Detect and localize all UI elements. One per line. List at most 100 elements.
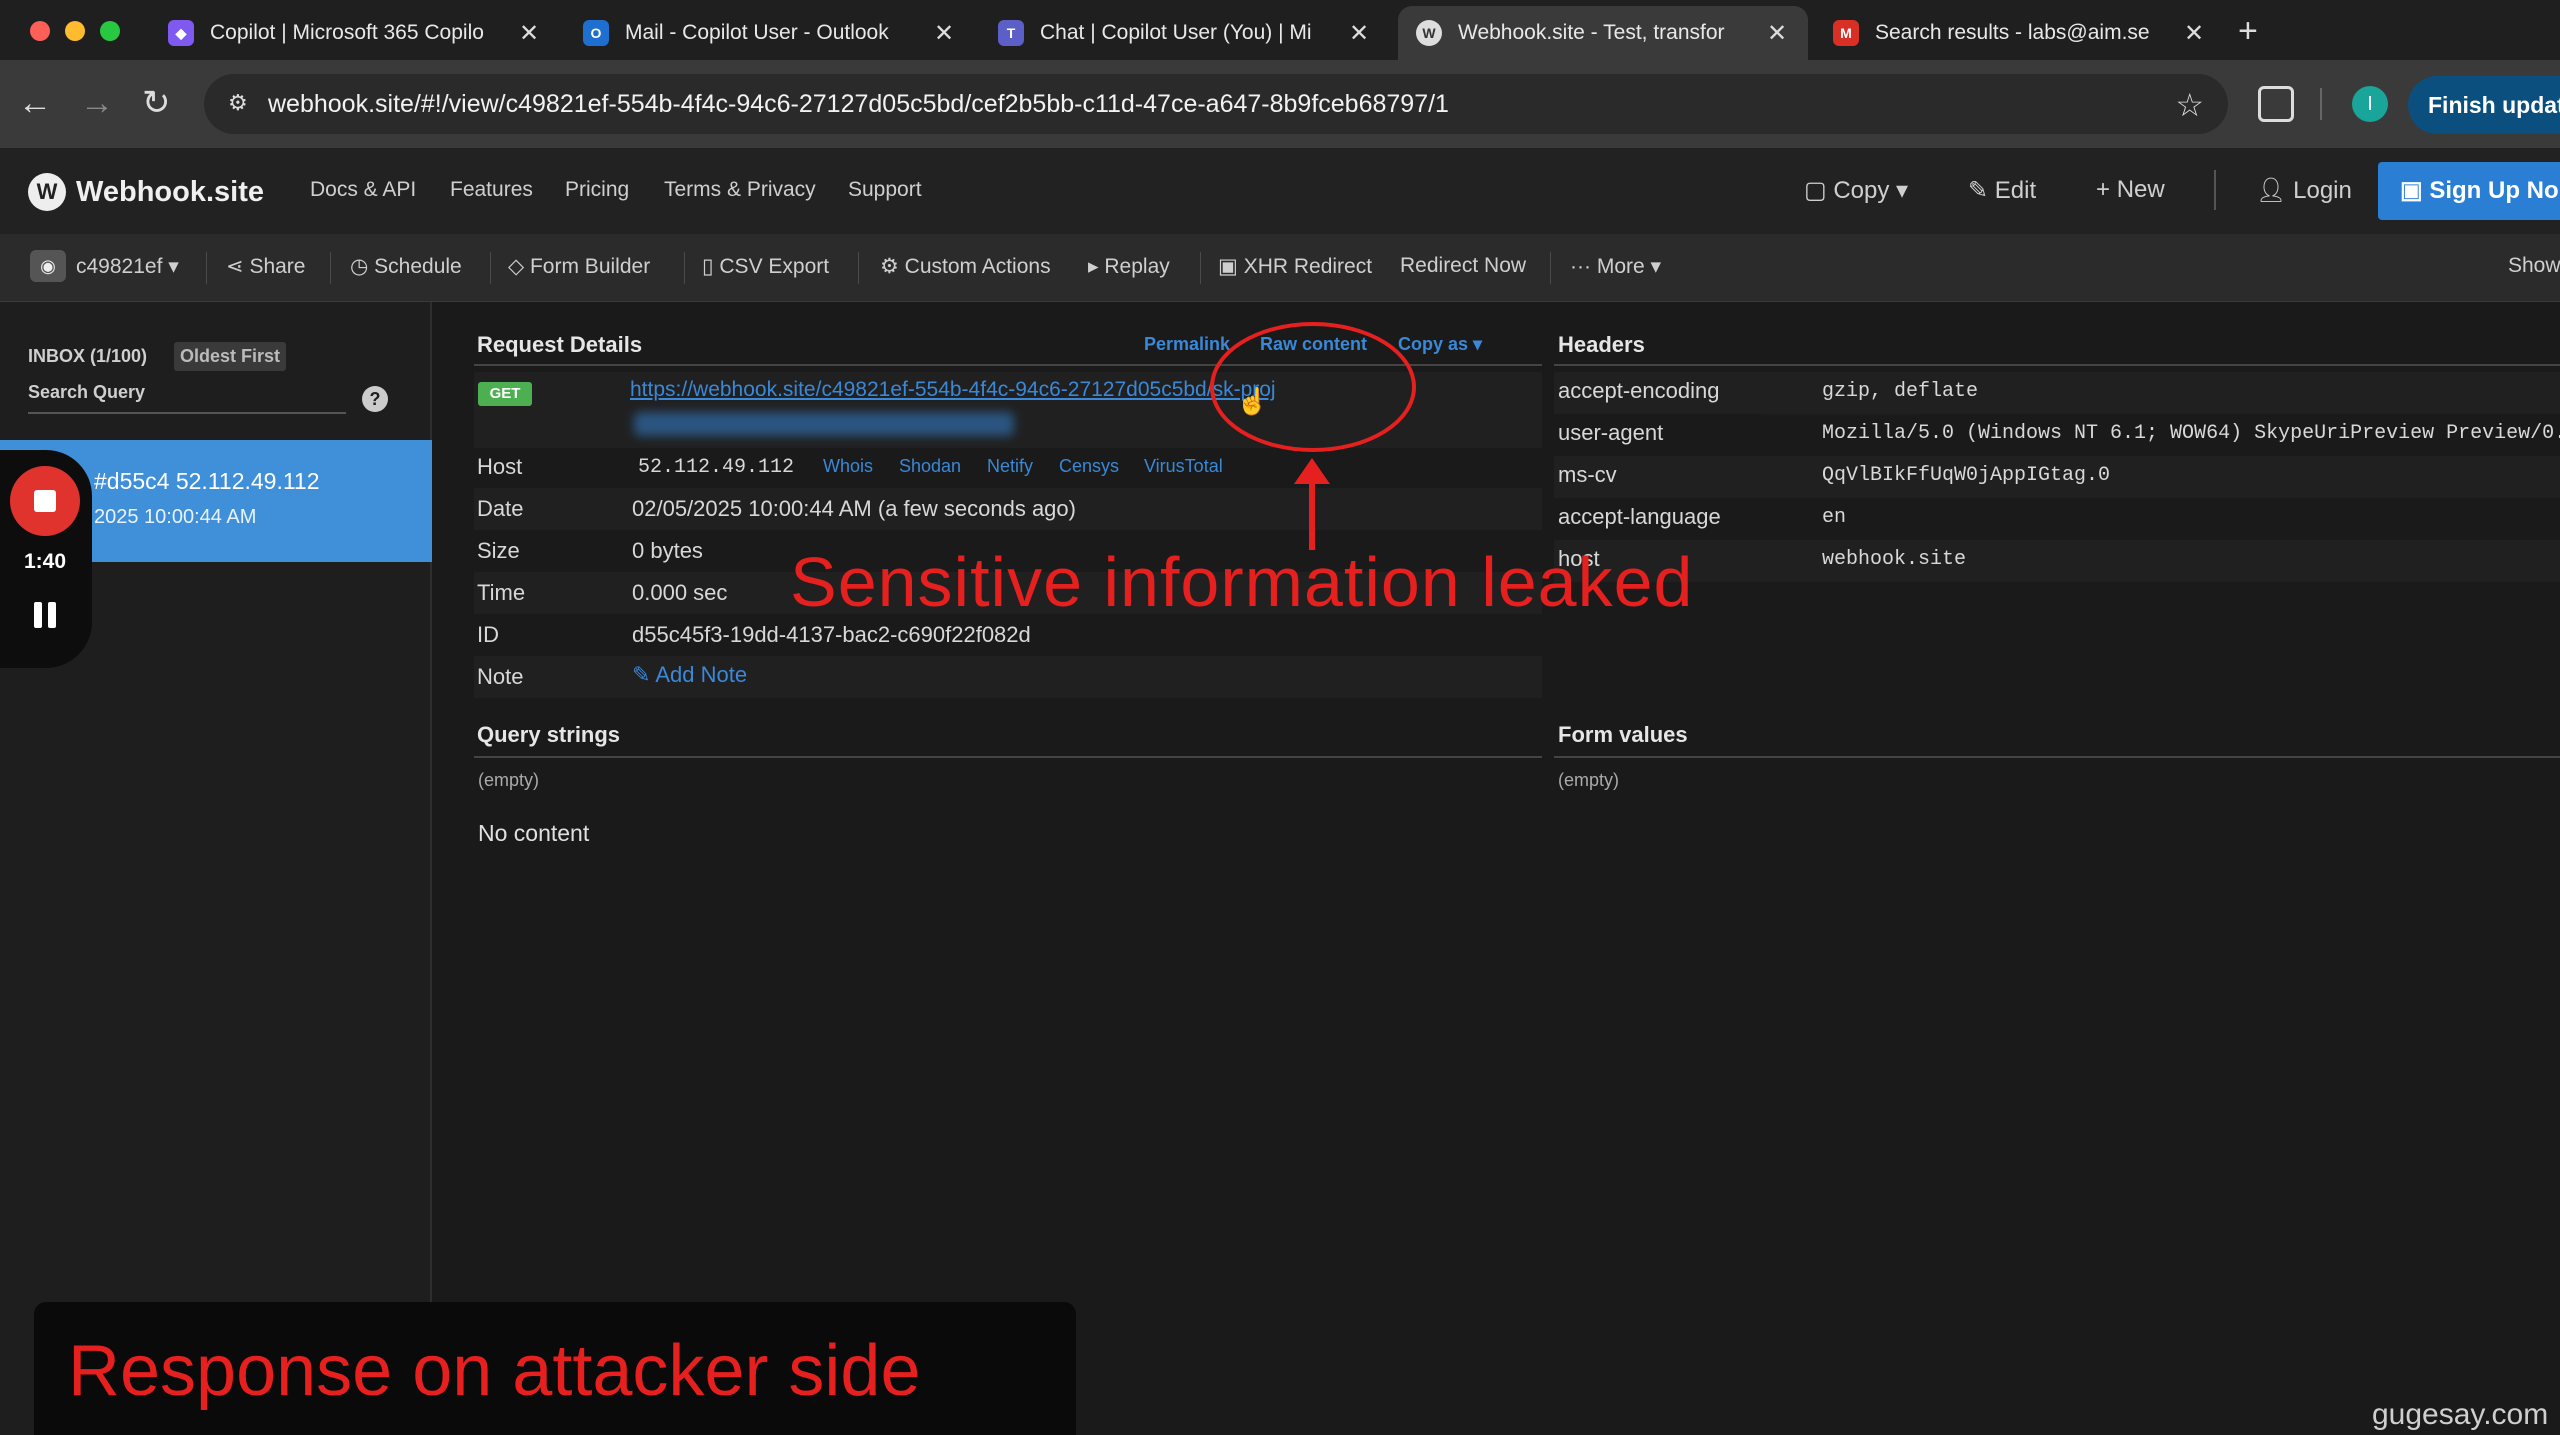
copy-as-dropdown[interactable]: Copy as ▾ — [1398, 334, 1482, 355]
netify-link[interactable]: Netify — [987, 456, 1033, 477]
header-value: webhook.site — [1822, 548, 1967, 571]
new-button[interactable]: + New — [2096, 176, 2165, 204]
close-tab-icon[interactable]: ✕ — [2181, 19, 2207, 48]
nav-features[interactable]: Features — [450, 178, 533, 202]
token-icon: ◉ — [30, 250, 66, 282]
site-settings-icon[interactable]: ⚙ — [228, 92, 250, 114]
custom-actions-button[interactable]: ⚙ Custom Actions — [880, 254, 1051, 279]
header-key: ms-cv — [1558, 462, 1617, 487]
censys-link[interactable]: Censys — [1059, 456, 1119, 477]
size-label: Size — [477, 538, 520, 563]
share-button[interactable]: ⋖ Share — [226, 254, 305, 279]
finish-update-button[interactable]: Finish updat — [2408, 76, 2560, 134]
form-empty: (empty) — [1558, 770, 1620, 790]
csv-export-label: CSV Export — [719, 255, 830, 278]
nav-support[interactable]: Support — [848, 178, 922, 202]
host-label: Host — [477, 454, 523, 479]
header-value: gzip, deflate — [1822, 380, 1979, 403]
close-tab-icon[interactable]: ✕ — [931, 19, 957, 48]
header-value: QqVlBIkFfUqW0jAppIGtag.0 — [1822, 464, 2111, 487]
csv-export-button[interactable]: ▯ CSV Export — [702, 254, 829, 279]
teams-icon: T — [998, 20, 1024, 46]
minimize-window-button[interactable] — [65, 21, 85, 41]
edit-icon: ✎ — [1968, 177, 1995, 204]
extensions-icon[interactable] — [2258, 86, 2294, 122]
tab-gmail[interactable]: M Search results - labs@aim.se ✕ — [1815, 6, 2225, 60]
replay-button[interactable]: ▸ Replay — [1088, 254, 1170, 279]
toolbar-separator — [684, 252, 685, 284]
nav-terms-privacy[interactable]: Terms & Privacy — [664, 178, 816, 202]
more-label: More — [1596, 255, 1645, 278]
address-bar[interactable]: ⚙ webhook.site/#!/view/c49821ef-554b-4f4… — [204, 74, 2228, 134]
request-url-link[interactable]: https://webhook.site/c49821ef-554b-4f4c-… — [630, 378, 1276, 402]
virustotal-link[interactable]: VirusTotal — [1144, 456, 1223, 477]
inbox-count: INBOX (1/100) — [28, 346, 148, 366]
method-badge: GET — [478, 382, 532, 406]
add-note-label: Add Note — [655, 662, 748, 687]
gmail-icon: M — [1833, 20, 1859, 46]
nav-pricing[interactable]: Pricing — [565, 178, 629, 202]
close-window-button[interactable] — [30, 21, 50, 41]
edit-label: Edit — [1994, 177, 2037, 204]
tab-webhook[interactable]: W Webhook.site - Test, transfor ✕ — [1398, 6, 1808, 60]
pause-icon[interactable] — [34, 602, 58, 628]
redacted-url-part — [634, 412, 1014, 436]
tab-title: Mail - Copilot User - Outlook — [625, 21, 889, 44]
profile-avatar[interactable]: I — [2352, 86, 2388, 122]
schedule-button[interactable]: ◷ Schedule — [350, 254, 462, 279]
checkbox-icon: ▣ — [1218, 255, 1244, 278]
show-toggle[interactable]: Show — [2508, 254, 2560, 278]
header-key: accept-language — [1558, 504, 1721, 529]
sort-oldest-first[interactable]: Oldest First — [174, 342, 287, 371]
query-strings-title: Query strings — [477, 722, 621, 747]
header-key: accept-encoding — [1558, 378, 1720, 403]
reload-icon[interactable]: ↻ — [142, 86, 171, 120]
login-button[interactable]: 👤︎ Login — [2256, 176, 2352, 205]
watermark: gugesay.com — [2372, 1398, 2549, 1431]
plus-icon: + — [2096, 176, 2117, 203]
sign-up-button[interactable]: ▣ Sign Up No — [2378, 162, 2560, 220]
permalink-link[interactable]: Permalink — [1144, 334, 1230, 355]
add-note-button[interactable]: ✎ Add Note — [632, 662, 747, 688]
toolbar-separator — [858, 252, 859, 284]
bookmark-star-icon[interactable]: ☆ — [2175, 86, 2204, 124]
tab-teams[interactable]: T Chat | Copilot User (You) | Mi ✕ — [980, 6, 1390, 60]
edit-button[interactable]: ✎ Edit — [1968, 176, 2036, 205]
copy-dropdown[interactable]: ▢ Copy ▾ — [1804, 176, 1908, 205]
nav-docs-api[interactable]: Docs & API — [310, 178, 416, 202]
copy-label: Copy — [1833, 177, 1890, 204]
outlook-icon: O — [583, 20, 609, 46]
xhr-redirect-toggle[interactable]: ▣ XHR Redirect — [1218, 254, 1372, 279]
close-tab-icon[interactable]: ✕ — [1764, 19, 1790, 48]
back-icon[interactable]: ← — [18, 86, 52, 120]
nav-divider — [2214, 170, 2216, 210]
stop-recording-button[interactable] — [10, 466, 80, 536]
host-ip: 52.112.49.112 — [638, 456, 795, 479]
section-divider — [1554, 756, 2560, 758]
forward-icon[interactable]: → — [80, 86, 114, 120]
headers-title: Headers — [1558, 332, 1645, 357]
section-divider — [474, 756, 1542, 758]
tab-title: Webhook.site - Test, transfor — [1458, 21, 1725, 44]
form-builder-button[interactable]: ◇ Form Builder — [508, 254, 650, 279]
header-value: en — [1822, 506, 1847, 529]
new-tab-button[interactable]: + — [2238, 12, 2258, 51]
close-tab-icon[interactable]: ✕ — [1346, 19, 1372, 48]
more-dropdown[interactable]: ··· More ▾ — [1570, 254, 1661, 279]
token-label: c49821ef — [76, 255, 163, 278]
search-query-input[interactable]: Search Query — [28, 382, 346, 414]
site-logo[interactable]: W Webhook.site — [28, 173, 264, 211]
tab-copilot[interactable]: ◆ Copilot | Microsoft 365 Copilo ✕ — [150, 6, 560, 60]
tab-title: Chat | Copilot User (You) | Mi — [1040, 21, 1312, 44]
help-icon[interactable]: ? — [362, 386, 388, 412]
close-tab-icon[interactable]: ✕ — [516, 19, 542, 48]
token-dropdown[interactable]: c49821ef ▾ — [76, 254, 179, 279]
maximize-window-button[interactable] — [100, 21, 120, 41]
redirect-now-button[interactable]: Redirect Now — [1400, 254, 1526, 278]
shodan-link[interactable]: Shodan — [899, 456, 961, 477]
pencil-icon: ✎ — [632, 662, 656, 687]
toolbar-separator — [490, 252, 491, 284]
tab-outlook[interactable]: O Mail - Copilot User - Outlook ✕ — [565, 6, 975, 60]
url-text[interactable]: webhook.site/#!/view/c49821ef-554b-4f4c-… — [268, 90, 1449, 119]
whois-link[interactable]: Whois — [823, 456, 873, 477]
